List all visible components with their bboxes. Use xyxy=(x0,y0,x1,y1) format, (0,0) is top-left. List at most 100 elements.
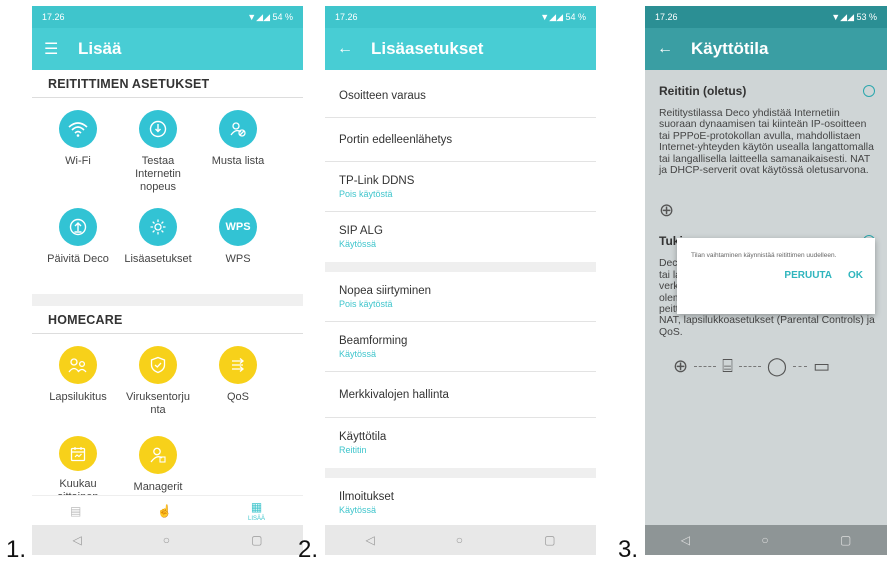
tile-label: Päivitä Deco xyxy=(47,253,109,265)
more-grid-icon: ▦ xyxy=(250,499,263,514)
item-title: Käyttötila xyxy=(339,431,387,443)
tile-managers[interactable]: Managerit xyxy=(118,430,198,504)
tile-antivirus[interactable]: Viruksentorju nta xyxy=(118,340,198,430)
system-nav-bar: ◁ ○ ▢ xyxy=(645,525,887,555)
tile-speedtest[interactable]: Testaa Internetin nopeus xyxy=(118,104,198,202)
section-homecare: HOMECARE xyxy=(32,306,303,334)
menu-icon[interactable]: ☰ xyxy=(44,39,64,59)
ap-mode-diagram: ⊕ ⌸ ◯ ▭ xyxy=(673,356,875,377)
item-title: Merkkivalojen hallinta xyxy=(339,388,449,401)
item-title: Ilmoitukset xyxy=(339,491,394,503)
router-mode-diagram: ⊕ xyxy=(659,192,875,228)
update-icon xyxy=(59,208,97,246)
parental-controls-icon xyxy=(59,346,97,384)
item-title: SIP ALG xyxy=(339,225,383,237)
tile-label: Musta lista xyxy=(211,155,265,167)
dialog-message: Tilan vaihtaminen käynnistää reitittimen… xyxy=(691,252,837,259)
globe-icon: ⊕ xyxy=(659,199,675,220)
back-arrow-icon[interactable]: ← xyxy=(337,40,357,58)
back-icon[interactable]: ◁ xyxy=(73,533,82,547)
back-icon[interactable]: ◁ xyxy=(366,533,375,547)
status-bar: 17.26 ▼◢◢ 53 % xyxy=(645,6,887,28)
tile-wps[interactable]: WPS WPS xyxy=(198,202,278,294)
tile-label: Viruksentorju nta xyxy=(126,391,190,416)
tile-label: Testaa Internetin nopeus xyxy=(135,155,181,193)
wps-icon: WPS xyxy=(219,208,257,246)
devices-icon: ▭ xyxy=(813,356,831,377)
managers-icon xyxy=(139,436,177,474)
item-status: Käytössä xyxy=(339,239,377,249)
tile-label: WPS xyxy=(225,253,251,265)
recent-apps-icon[interactable]: ▢ xyxy=(840,533,851,547)
tab-overview[interactable]: ▤ xyxy=(70,504,81,518)
tab-touch[interactable]: ☝ xyxy=(157,504,172,518)
panel-more: 17.26 ▼◢◢ 54 % ☰ Lisää REITITTIMEN ASETU… xyxy=(32,6,303,555)
tile-parental-controls[interactable]: Lapsilukitus xyxy=(38,340,118,430)
item-title: Portin edelleenlähetys xyxy=(339,133,453,146)
tile-label: Lapsilukitus xyxy=(49,391,107,403)
list-item[interactable]: Käyttötila Reititin xyxy=(325,418,596,468)
tile-label: Managerit xyxy=(133,481,183,493)
router-mode-option[interactable]: Reititin (oletus) xyxy=(659,84,875,98)
home-icon[interactable]: ○ xyxy=(456,533,463,547)
status-time: 17.26 xyxy=(655,12,678,22)
tile-qos[interactable]: QoS xyxy=(198,340,278,430)
list-item[interactable]: TP-Link DDNS Pois käytöstä xyxy=(325,162,596,212)
panel-caption-2: 2. xyxy=(298,536,319,563)
item-title: TP-Link DDNS xyxy=(339,174,415,187)
status-indicators: ▼◢◢ 54 % xyxy=(247,11,293,22)
list-item[interactable]: Merkkivalojen hallinta xyxy=(325,372,596,418)
tile-advanced-settings[interactable]: Lisäasetukset xyxy=(118,202,198,294)
tile-update-deco[interactable]: Päivitä Deco xyxy=(38,202,118,294)
list-item[interactable]: Osoitteen varaus xyxy=(325,74,596,118)
list-item[interactable]: Nopea siirtyminen Pois käytöstä xyxy=(325,272,596,322)
panel-caption-1: 1. xyxy=(6,536,27,563)
status-bar: 17.26 ▼◢◢ 54 % xyxy=(325,6,596,28)
item-title: Nopea siirtyminen xyxy=(339,284,432,297)
overview-icon: ▤ xyxy=(69,503,82,518)
tab-more[interactable]: ▦ LISÄÄ xyxy=(248,500,265,522)
tab-more-label: LISÄÄ xyxy=(248,515,266,522)
recent-apps-icon[interactable]: ▢ xyxy=(544,533,555,547)
item-status: Pois käytöstä xyxy=(339,188,393,199)
tile-label: QoS xyxy=(226,391,249,403)
item-title: Osoitteen varaus xyxy=(339,89,426,102)
page-title: Lisää xyxy=(78,39,122,58)
status-time: 17.26 xyxy=(42,12,65,22)
globe-icon: ⊕ xyxy=(673,356,689,377)
back-icon[interactable]: ◁ xyxy=(681,533,690,547)
app-bar: ← Käyttötila xyxy=(645,28,887,70)
panel-caption-3: 3. xyxy=(618,536,639,563)
system-nav-bar: ◁ ○ ▢ xyxy=(32,525,303,555)
list-item[interactable]: Portin edelleenlähetys xyxy=(325,118,596,162)
router-mode-heading: Reititin (oletus) xyxy=(659,84,747,98)
router-mode-description: Reititystilassa Deco yhdistää Internetii… xyxy=(659,108,874,177)
restart-confirm-dialog: Tilan vaihtaminen käynnistää reitittimen… xyxy=(677,238,875,314)
router-icon: ⌸ xyxy=(722,356,733,377)
list-item[interactable]: Ilmoitukset Käytössä xyxy=(325,478,596,528)
list-item[interactable]: Beamforming Käytössä xyxy=(325,322,596,372)
blacklist-icon xyxy=(219,110,257,148)
router-mode-radio[interactable] xyxy=(863,85,875,97)
tile-blacklist[interactable]: Musta lista xyxy=(198,104,278,202)
cancel-button[interactable]: PERUUTA xyxy=(784,270,832,281)
recent-apps-icon[interactable]: ▢ xyxy=(251,533,262,547)
app-bar: ← Lisäasetukset xyxy=(325,28,596,70)
home-icon[interactable]: ○ xyxy=(163,533,170,547)
page-title: Käyttötila xyxy=(691,39,769,58)
ok-button[interactable]: OK xyxy=(848,270,863,281)
screenshot-stage: 17.26 ▼◢◢ 54 % ☰ Lisää REITITTIMEN ASETU… xyxy=(0,0,887,563)
touch-icon: ☝ xyxy=(157,503,173,518)
status-indicators: ▼◢◢ 53 % xyxy=(831,11,877,22)
antivirus-icon xyxy=(139,346,177,384)
router-settings-grid: Wi-Fi Testaa Internetin nopeus Musta lis… xyxy=(32,98,303,294)
wifi-icon xyxy=(59,110,97,148)
tile-wifi[interactable]: Wi-Fi xyxy=(38,104,118,202)
tile-monthly-report[interactable]: Kuukau sittainen xyxy=(38,430,118,504)
status-time: 17.26 xyxy=(335,12,358,22)
list-item[interactable]: SIP ALG Käytössä xyxy=(325,212,596,262)
deco-unit-icon: ◯ xyxy=(766,356,788,377)
back-arrow-icon[interactable]: ← xyxy=(657,40,677,58)
dialog-actions: PERUUTA OK xyxy=(691,270,863,281)
home-icon[interactable]: ○ xyxy=(761,533,768,547)
